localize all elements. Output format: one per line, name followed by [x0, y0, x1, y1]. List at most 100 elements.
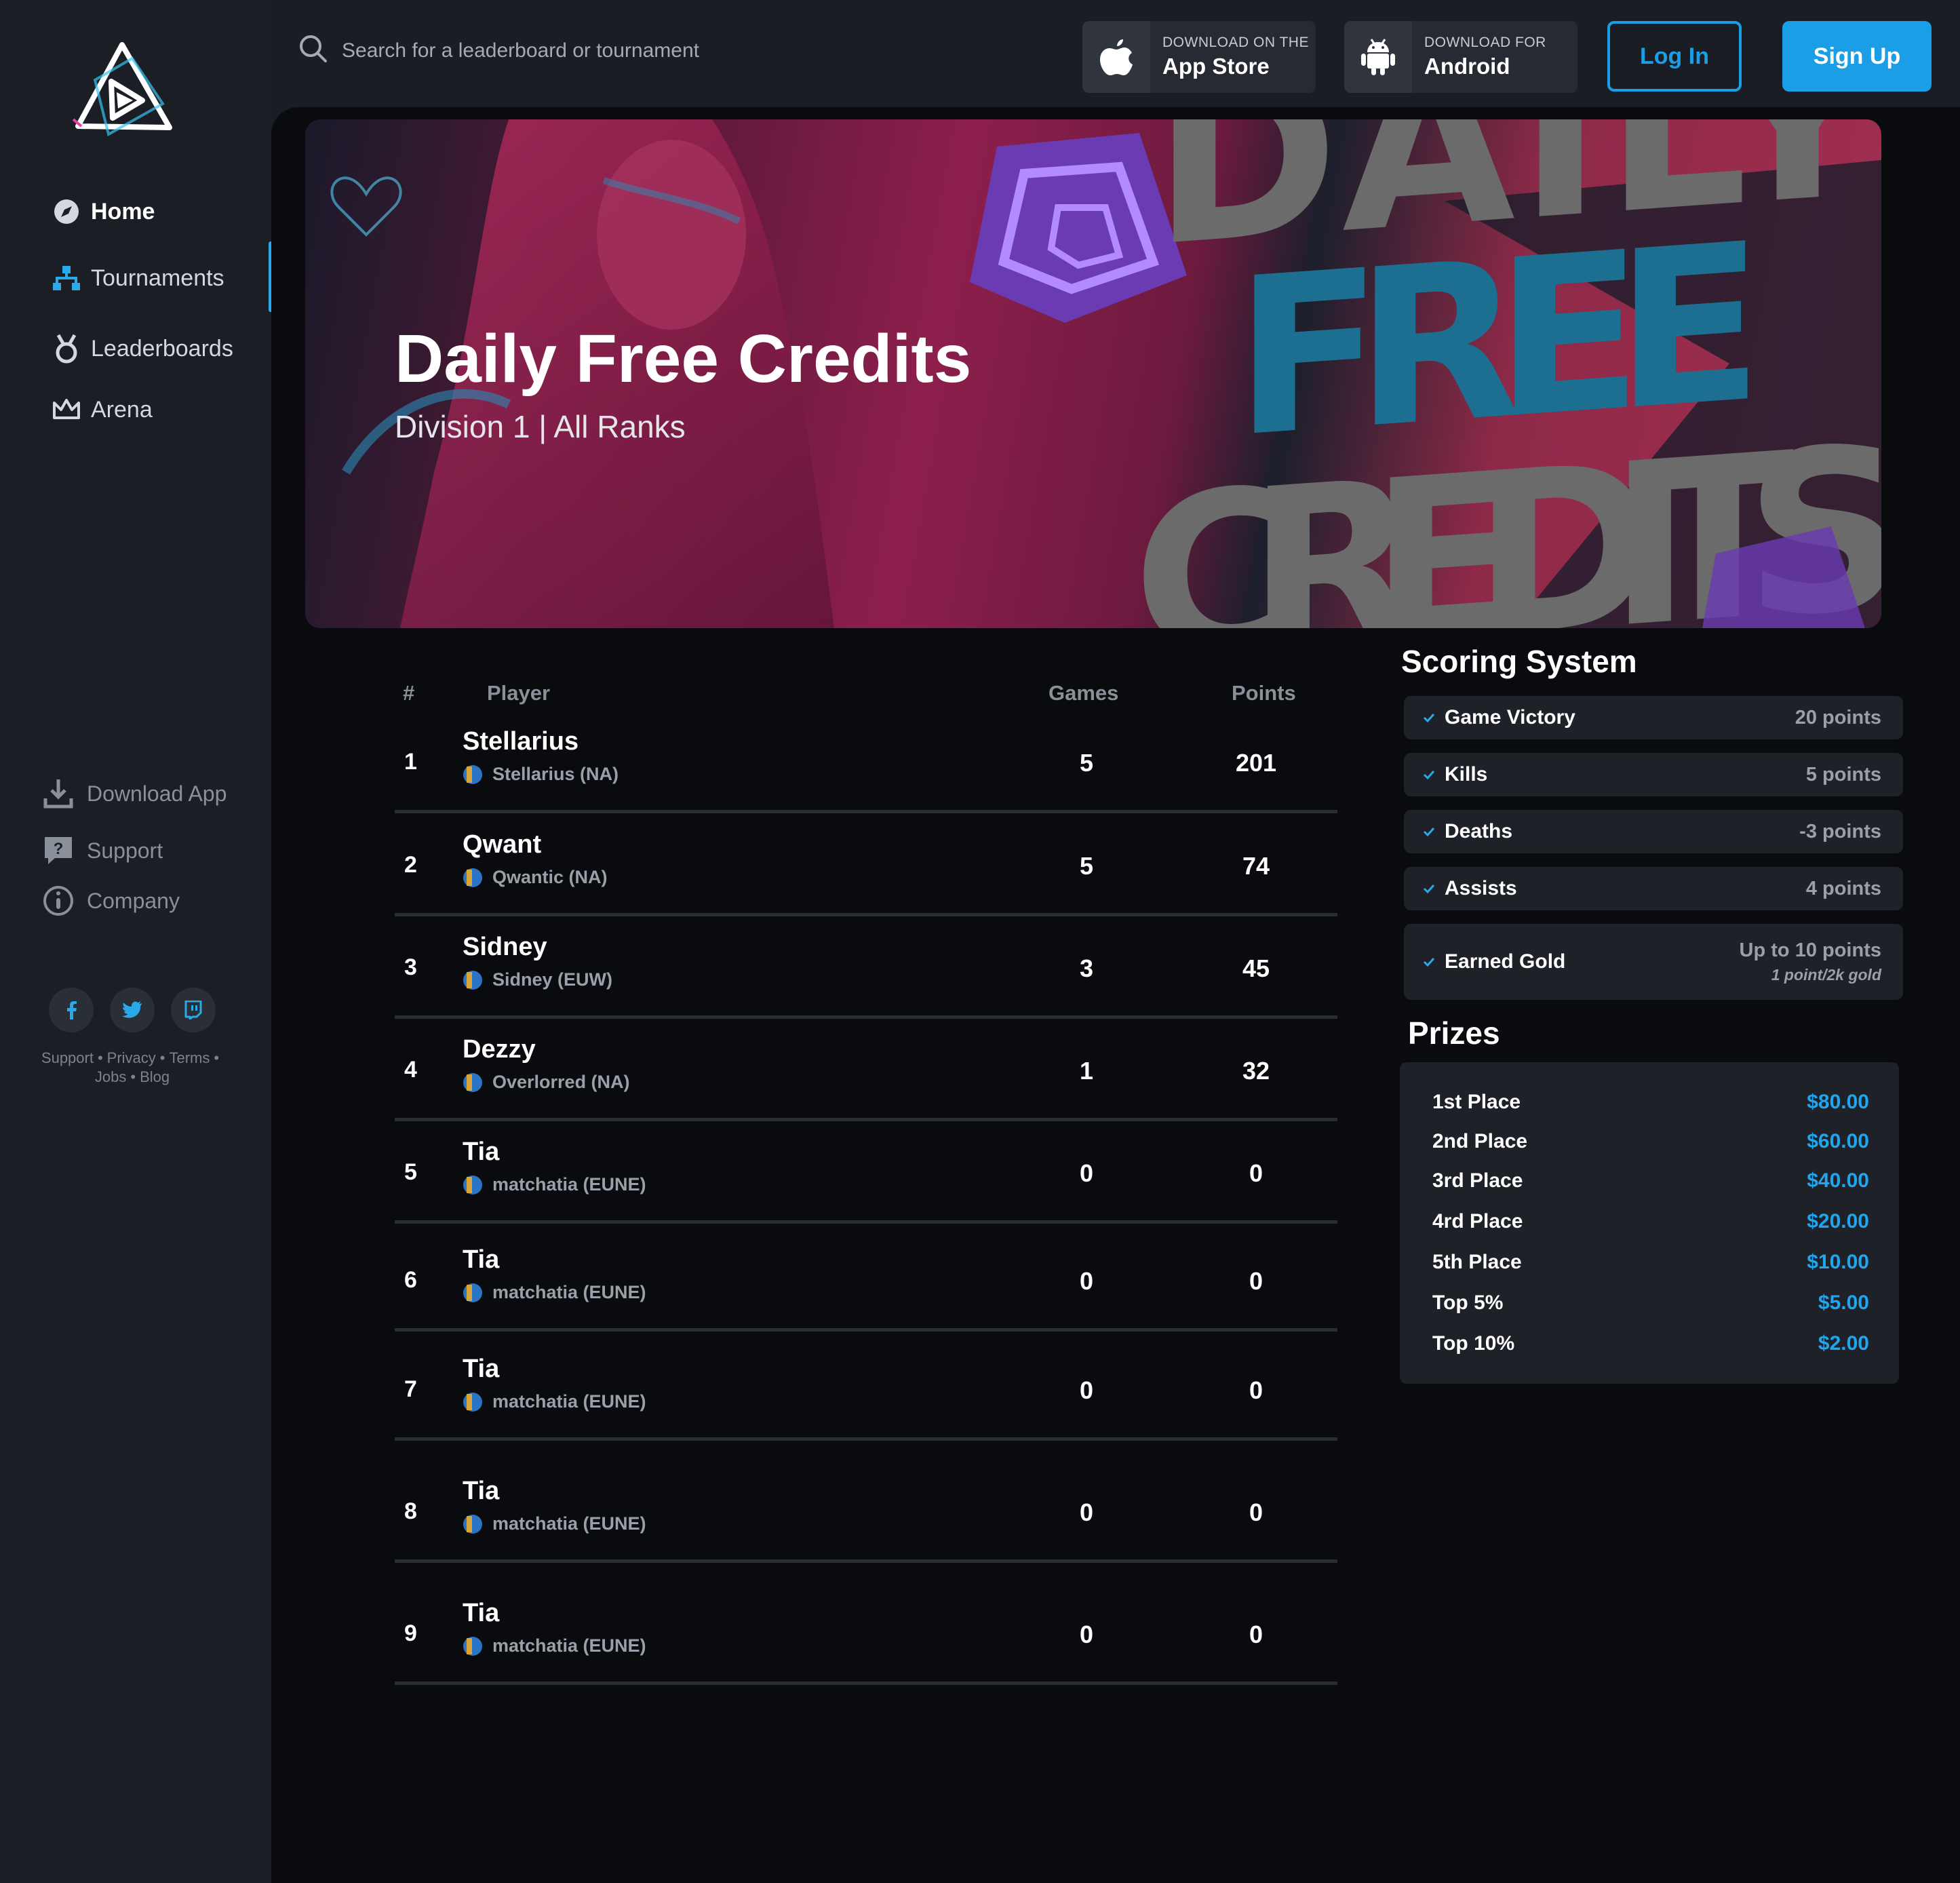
- prize-place: 4rd Place: [1432, 1210, 1523, 1232]
- row-divider: [395, 810, 1337, 813]
- twitch-icon[interactable]: [171, 988, 216, 1032]
- player-name: Dezzy: [463, 1035, 536, 1064]
- prize-row: 1st Place $80.00: [1432, 1091, 1869, 1114]
- scoring-item-earned-gold: Earned Gold Up to 10 points 1 point/2k go…: [1404, 924, 1903, 1000]
- prizes-card: 1st Place $80.00 2nd Place $60.00 3rd Plac…: [1400, 1062, 1899, 1384]
- row-divider: [395, 1015, 1337, 1019]
- column-header-points[interactable]: Points: [1232, 681, 1296, 705]
- sidebar-company[interactable]: Company: [42, 885, 180, 917]
- sidebar-support[interactable]: ? Support: [42, 834, 163, 867]
- table-row[interactable]: 2 Qwant Qwantic (NA) 5 74: [395, 829, 1337, 917]
- footer-link-jobs[interactable]: Jobs: [95, 1068, 126, 1085]
- table-row[interactable]: 3 Sidney Sidney (EUW) 3 45: [395, 931, 1337, 1020]
- tournament-title: Daily Free Credits: [395, 321, 972, 397]
- app-store-small-label: DOWNLOAD ON THE: [1162, 35, 1309, 50]
- column-header-player: Player: [487, 681, 551, 705]
- row-divider: [395, 1118, 1337, 1121]
- player-points: 0: [1249, 1498, 1263, 1526]
- player-name: Tia: [463, 1245, 500, 1274]
- sidebar-item-label: Support: [87, 838, 163, 863]
- prize-place: Top 5%: [1432, 1292, 1504, 1314]
- nav-label: Leaderboards: [91, 335, 233, 362]
- prize-amount: $20.00: [1807, 1210, 1869, 1232]
- scoring-item-assists: Assists 4 points: [1404, 867, 1903, 910]
- player-account-label: matchatia (EUNE): [492, 1391, 646, 1412]
- player-games: 0: [1079, 1159, 1094, 1187]
- prize-amount: $80.00: [1807, 1091, 1869, 1113]
- scoring-label: Deaths: [1445, 820, 1513, 842]
- player-points: 0: [1249, 1376, 1263, 1404]
- player-account-label: matchatia (EUNE): [492, 1282, 646, 1302]
- game-icon: [463, 764, 482, 784]
- row-divider: [395, 1682, 1337, 1685]
- row-rank: 3: [404, 954, 417, 980]
- prize-row: 5th Place $10.00: [1432, 1251, 1869, 1274]
- twitter-icon[interactable]: [110, 988, 155, 1032]
- row-rank: 9: [404, 1620, 417, 1646]
- player-account: Stellarius (NA): [463, 764, 619, 785]
- player-name: Qwant: [463, 830, 542, 859]
- row-rank: 2: [404, 852, 417, 878]
- nav-leaderboards[interactable]: Leaderboards: [52, 334, 233, 364]
- row-divider: [395, 913, 1337, 916]
- player-points: 0: [1249, 1159, 1263, 1187]
- android-small-label: DOWNLOAD FOR: [1424, 35, 1546, 50]
- prize-place: 3rd Place: [1432, 1169, 1523, 1192]
- prize-row: Top 10% $2.00: [1432, 1332, 1869, 1355]
- check-icon: [1423, 827, 1435, 836]
- sidebar-item-label: Company: [87, 888, 180, 913]
- player-points: 32: [1242, 1057, 1270, 1085]
- scoring-item-deaths: Deaths -3 points: [1404, 810, 1903, 853]
- table-row[interactable]: 5 Tia matchatia (EUNE) 0 0: [395, 1136, 1337, 1224]
- table-row[interactable]: 6 Tia matchatia (EUNE) 0 0: [395, 1244, 1337, 1332]
- player-points: 74: [1242, 852, 1270, 880]
- footer-link-terms[interactable]: Terms: [170, 1049, 210, 1066]
- scoring-value: Up to 10 points: [1739, 939, 1881, 961]
- prize-place: 5th Place: [1432, 1251, 1522, 1273]
- brand-logo[interactable]: [68, 39, 176, 141]
- login-button[interactable]: Log In: [1607, 21, 1742, 92]
- app-store-button[interactable]: DOWNLOAD ON THE App Store: [1082, 21, 1316, 93]
- prizes-title: Prizes: [1408, 1015, 1500, 1051]
- table-row[interactable]: 4 Dezzy Overlorred (NA) 1 32: [395, 1034, 1337, 1122]
- facebook-icon[interactable]: [49, 988, 94, 1032]
- table-row[interactable]: 7 Tia matchatia (EUNE) 0 0: [395, 1353, 1337, 1441]
- player-games: 0: [1079, 1498, 1094, 1526]
- scoring-label: Assists: [1445, 877, 1517, 899]
- scoring-title: Scoring System: [1401, 644, 1637, 679]
- nav-label: Home: [91, 198, 155, 225]
- svg-text:?: ?: [54, 840, 64, 858]
- nav-tournaments[interactable]: Tournaments: [52, 263, 224, 293]
- table-row[interactable]: 9 Tia matchatia (EUNE) 0 0: [395, 1597, 1337, 1686]
- footer-link-blog[interactable]: Blog: [140, 1068, 170, 1085]
- footer-link-support[interactable]: Support: [41, 1049, 94, 1066]
- scoring-value: -3 points: [1799, 820, 1881, 842]
- player-games: 0: [1079, 1376, 1094, 1404]
- nav-arena[interactable]: Arena: [52, 395, 153, 425]
- player-account-label: Stellarius (NA): [492, 764, 619, 784]
- scoring-value-sub: 1 point/2k gold: [1771, 966, 1881, 984]
- player-account-label: matchatia (EUNE): [492, 1635, 646, 1656]
- crown-icon: [52, 395, 81, 425]
- game-icon: [463, 1636, 482, 1656]
- android-button[interactable]: DOWNLOAD FOR Android: [1344, 21, 1577, 93]
- player-account-label: Qwantic (NA): [492, 867, 608, 887]
- player-name: Tia: [463, 1599, 500, 1627]
- column-header-games[interactable]: Games: [1048, 681, 1118, 705]
- player-account: matchatia (EUNE): [463, 1635, 646, 1656]
- nav-label: Tournaments: [91, 265, 224, 291]
- scoring-item-game-victory: Game Victory 20 points: [1404, 696, 1903, 739]
- table-row[interactable]: 8 Tia matchatia (EUNE) 0 0: [395, 1475, 1337, 1564]
- prize-amount: $10.00: [1807, 1251, 1869, 1273]
- column-header-rank: #: [403, 681, 415, 705]
- player-account: matchatia (EUNE): [463, 1391, 646, 1412]
- search-input[interactable]: [342, 39, 952, 62]
- nav-home[interactable]: Home: [52, 197, 155, 227]
- player-points: 201: [1235, 749, 1277, 777]
- check-icon: [1423, 957, 1435, 967]
- game-icon: [463, 970, 482, 990]
- table-row[interactable]: 1 Stellarius Stellarius (NA) 5 201: [395, 726, 1337, 814]
- sidebar-download-app[interactable]: Download App: [42, 777, 227, 810]
- footer-link-privacy[interactable]: Privacy: [107, 1049, 156, 1066]
- signup-button[interactable]: Sign Up: [1782, 21, 1932, 92]
